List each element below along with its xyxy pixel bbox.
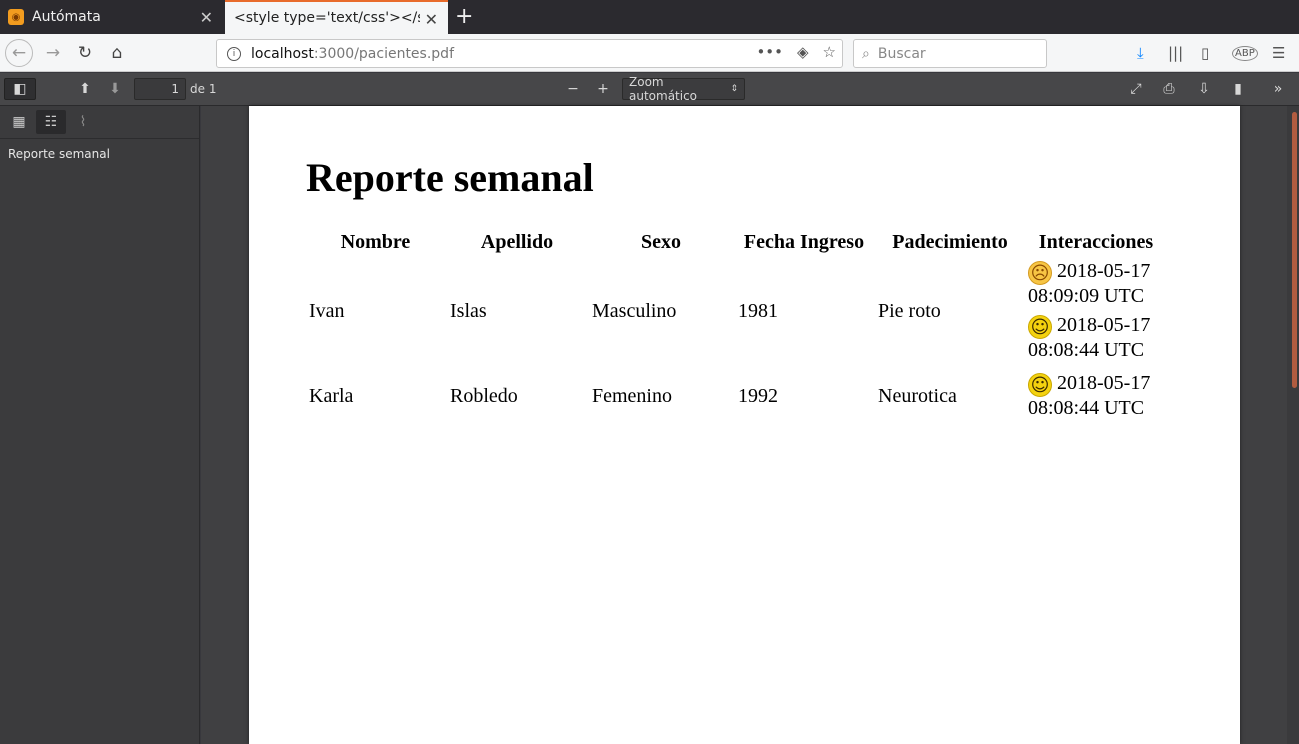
column-header: Apellido [480,230,554,253]
zoom-out-button[interactable]: − [564,78,582,100]
tab-pdf[interactable]: <style type='text/css'></st ✕ [225,0,448,34]
bookmark-icon[interactable]: ▮ [1228,78,1248,100]
search-bar[interactable]: ⌕ Buscar [853,39,1047,68]
url-bar[interactable]: i localhost:3000/pacientes.pdf ••• ◈ ☆ [216,39,843,68]
table-row: Ivan Islas Masculino 1981 Pie roto ☹ 201… [305,258,1166,364]
cell-sexo: Masculino [592,299,677,322]
interaction-date: 2018-05-17 [1057,372,1151,394]
search-placeholder: Buscar [877,45,926,62]
zoom-in-button[interactable]: + [594,78,612,100]
tab-bar: ◉ Autómata ✕ <style type='text/css'></st… [0,0,1299,34]
sad-face-icon: ☹ [1028,261,1052,285]
previous-page-button[interactable]: ⬆ [74,78,96,100]
attachments-view-icon[interactable]: ⌇ [68,110,98,134]
presentation-mode-icon[interactable]: ⤢ [1126,78,1146,100]
tab-title: Autómata [32,9,101,25]
pdf-viewer[interactable]: Reporte semanal Nombre Apellido Sexo Fec… [201,106,1299,744]
page-actions-icon[interactable]: ••• [756,43,783,61]
cell-padecimiento: Neurotica [878,384,957,407]
search-icon: ⌕ [862,45,870,62]
menu-icon[interactable]: ☰ [1272,44,1285,62]
home-button[interactable]: ⌂ [103,39,131,67]
cell-interacciones: ☹ 2018-05-17 08:09:09 UTC ☺ 2018-05-17 0… [1026,258,1166,364]
adblock-icon[interactable]: ABP [1232,46,1258,61]
next-page-button[interactable]: ⬇ [104,78,126,100]
scrollbar-thumb[interactable] [1292,112,1297,388]
select-arrows-icon: ⇕ [730,84,738,94]
navigation-bar: ← → ↻ ⌂ i localhost:3000/pacientes.pdf •… [0,34,1299,72]
new-tab-button[interactable]: + [455,4,473,29]
tab-title: <style type='text/css'></st [234,10,420,26]
column-header: Interacciones [1038,230,1154,253]
tab-automata[interactable]: ◉ Autómata ✕ [0,0,223,34]
outline-item[interactable]: Reporte semanal [0,139,199,169]
close-tab-icon[interactable]: ✕ [200,8,213,27]
cell-padecimiento: Pie roto [878,299,941,322]
info-icon[interactable]: i [227,46,241,61]
happy-face-icon: ☺ [1028,315,1052,339]
toggle-sidebar-button[interactable]: ◧ [4,78,36,100]
url-host: localhost [251,45,314,62]
url-text[interactable]: localhost:3000/pacientes.pdf [251,46,454,62]
interaction-time: 08:09:09 UTC [1028,285,1145,307]
cell-nombre: Ivan [309,299,345,322]
cell-fecha: 1992 [738,384,778,407]
table-header-row: Nombre Apellido Sexo Fecha Ingreso Padec… [305,226,1166,258]
cell-nombre: Karla [309,384,354,407]
close-tab-icon[interactable]: ✕ [425,10,438,29]
cell-apellido: Robledo [450,384,518,407]
patients-table: Nombre Apellido Sexo Fecha Ingreso Padec… [305,226,1166,428]
print-icon[interactable]: ⎙ [1159,78,1179,100]
pocket-icon[interactable]: ◈ [797,43,809,61]
forward-button[interactable]: → [39,39,67,67]
site-favicon-icon: ◉ [8,9,24,25]
cell-apellido: Islas [450,299,487,322]
interaction-time: 08:08:44 UTC [1028,339,1145,361]
column-header: Sexo [641,230,681,253]
tools-icon[interactable]: » [1268,78,1288,100]
sidebar-icon[interactable]: ▯ [1201,44,1209,62]
interaction: ☹ 2018-05-17 08:09:09 UTC [1028,260,1166,308]
interaction: ☺ 2018-05-17 08:08:44 UTC [1028,314,1166,362]
reload-button[interactable]: ↻ [71,39,99,67]
save-icon[interactable]: ⇩ [1194,78,1214,100]
page-count: de 1 [190,82,217,96]
scrollbar[interactable] [1287,106,1299,744]
cell-fecha: 1981 [738,299,778,322]
column-header: Fecha Ingreso [743,230,865,253]
document-title: Reporte semanal [306,155,594,200]
pdf-sidebar: ▦ ☷ ⌇ Reporte semanal [0,106,200,744]
pdf-page: Reporte semanal Nombre Apellido Sexo Fec… [249,106,1240,744]
interaction-date: 2018-05-17 [1057,260,1151,282]
interaction-time: 08:08:44 UTC [1028,397,1145,419]
thumbnails-view-icon[interactable]: ▦ [4,110,34,134]
url-path: :3000/pacientes.pdf [313,45,454,62]
outline-view-icon[interactable]: ☷ [36,110,66,134]
interaction: ☺ 2018-05-17 08:08:44 UTC [1028,372,1166,420]
happy-face-icon: ☺ [1028,373,1052,397]
sidebar-tabs: ▦ ☷ ⌇ [0,106,199,139]
cell-interacciones: ☺ 2018-05-17 08:08:44 UTC [1026,364,1166,428]
download-icon[interactable]: ⤓ [1137,44,1144,62]
column-header: Nombre [340,230,411,253]
library-icon[interactable]: ||| [1168,44,1183,62]
table-row: Karla Robledo Femenino 1992 Neurotica ☺ … [305,364,1166,428]
bookmark-star-icon[interactable]: ☆ [823,43,836,61]
back-button[interactable]: ← [5,39,33,67]
interaction-date: 2018-05-17 [1057,314,1151,336]
cell-sexo: Femenino [592,384,672,407]
column-header: Padecimiento [892,230,1008,253]
pdf-toolbar: ◧ ⬆ ⬇ 1 de 1 − + Zoom automático ⇕ ⤢ ⎙ ⇩… [0,73,1299,106]
zoom-select[interactable]: Zoom automático ⇕ [622,75,745,103]
zoom-value: Zoom automático [629,75,698,103]
page-number-input[interactable]: 1 [134,78,186,100]
